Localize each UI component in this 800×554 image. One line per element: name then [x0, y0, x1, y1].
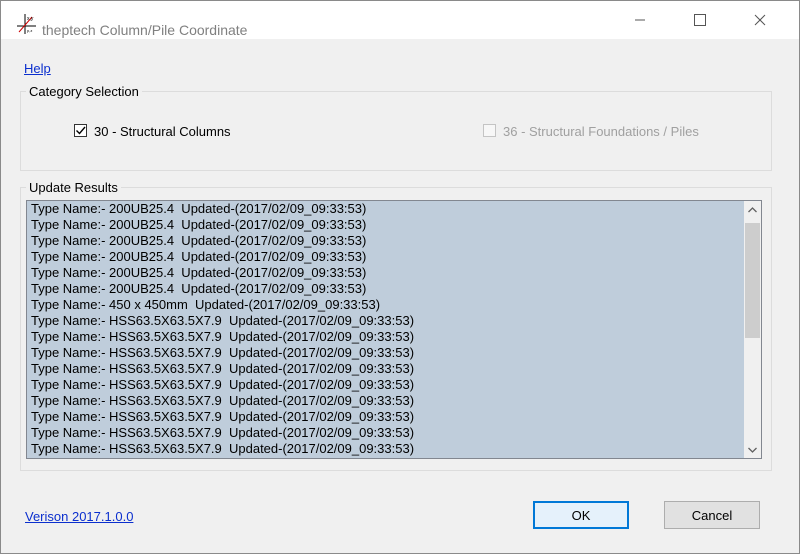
checkmark-icon [76, 126, 86, 135]
structural-foundations-label[interactable]: 36 - Structural Foundations / Piles [503, 124, 699, 139]
scroll-thumb[interactable] [745, 223, 760, 338]
scroll-down-button[interactable] [744, 441, 761, 458]
structural-columns-checkbox[interactable] [74, 124, 87, 137]
list-item[interactable]: Type Name:- HSS63.5X63.5X7.9 Updated-(20… [27, 377, 744, 393]
list-item[interactable]: Type Name:- HSS63.5X63.5X7.9 Updated-(20… [27, 329, 744, 345]
list-item[interactable]: Type Name:- HSS63.5X63.5X7.9 Updated-(20… [27, 441, 744, 457]
list-item[interactable]: Type Name:- HSS63.5X63.5X7.9 Updated-(20… [27, 409, 744, 425]
close-button[interactable] [737, 1, 783, 39]
list-item[interactable]: Type Name:- 200UB25.4 Updated-(2017/02/0… [27, 233, 744, 249]
svg-text:x,y: x,y [27, 16, 34, 22]
list-item[interactable]: Type Name:- HSS63.5X63.5X7.9 Updated-(20… [27, 345, 744, 361]
chevron-up-icon [748, 206, 757, 212]
list-item[interactable]: Type Name:- 450 x 450mm Updated-(2017/02… [27, 297, 744, 313]
maximize-button[interactable] [677, 1, 723, 39]
minimize-icon [635, 19, 645, 21]
list-item[interactable]: Type Name:- 200UB25.4 Updated-(2017/02/0… [27, 265, 744, 281]
dialog-window: x,y p,z theptech Column/Pile Coordinate … [0, 0, 800, 554]
chevron-down-icon [748, 447, 757, 453]
svg-text:p,z: p,z [27, 28, 32, 33]
list-item[interactable]: Type Name:- 200UB25.4 Updated-(2017/02/0… [27, 217, 744, 233]
list-item[interactable]: Type Name:- HSS63.5X63.5X7.9 Updated-(20… [27, 313, 744, 329]
close-icon [754, 14, 766, 26]
update-results-listbox[interactable]: Type Name:- 200UB25.4 Updated-(2017/02/0… [26, 200, 762, 459]
help-link[interactable]: Help [24, 61, 51, 76]
version-link[interactable]: Verison 2017.1.0.0 [25, 509, 133, 524]
ok-button[interactable]: OK [533, 501, 629, 529]
scroll-up-button[interactable] [744, 201, 761, 218]
xyz-axis-icon: x,y p,z [17, 14, 36, 34]
update-results-label: Update Results [26, 180, 121, 195]
results-list[interactable]: Type Name:- 200UB25.4 Updated-(2017/02/0… [27, 201, 744, 458]
list-item[interactable]: Type Name:- 200UB25.4 Updated-(2017/02/0… [27, 281, 744, 297]
cancel-button[interactable]: Cancel [664, 501, 760, 529]
structural-columns-label[interactable]: 30 - Structural Columns [94, 124, 231, 139]
list-item[interactable]: Type Name:- HSS63.5X63.5X7.9 Updated-(20… [27, 361, 744, 377]
structural-foundations-checkbox[interactable] [483, 124, 496, 137]
minimize-button[interactable] [617, 1, 663, 39]
list-item[interactable]: Type Name:- 200UB25.4 Updated-(2017/02/0… [27, 201, 744, 217]
vertical-scrollbar[interactable] [744, 201, 761, 458]
maximize-icon [694, 14, 706, 26]
list-item[interactable]: Type Name:- HSS63.5X63.5X7.9 Updated-(20… [27, 393, 744, 409]
window-title: theptech Column/Pile Coordinate [42, 22, 248, 38]
category-selection-label: Category Selection [26, 84, 142, 99]
title-bar[interactable]: x,y p,z theptech Column/Pile Coordinate [1, 1, 799, 39]
list-item[interactable]: Type Name:- 200UB25.4 Updated-(2017/02/0… [27, 249, 744, 265]
list-item[interactable]: Type Name:- HSS63.5X63.5X7.9 Updated-(20… [27, 425, 744, 441]
